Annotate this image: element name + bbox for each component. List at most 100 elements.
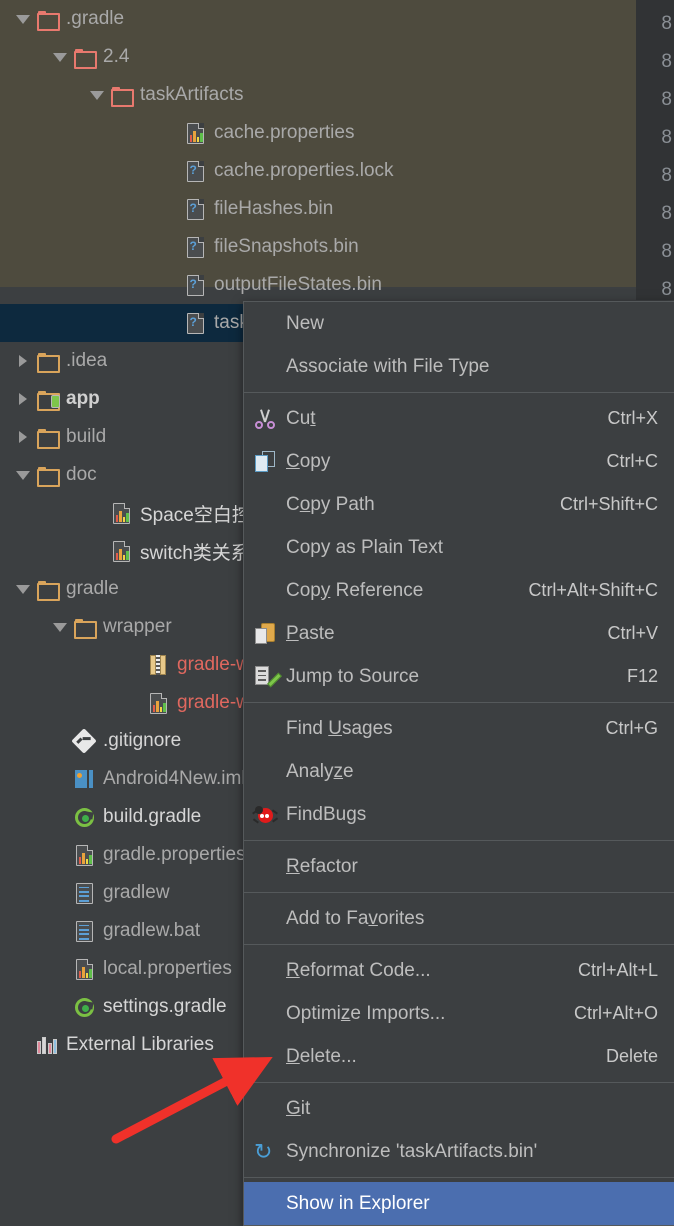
menu-item-label: Cut: [286, 407, 316, 429]
tree-row-label: fileSnapshots.bin: [214, 236, 359, 257]
menu-item[interactable]: Reformat Code... Ctrl+Alt+L: [244, 949, 674, 992]
tree-row[interactable]: ? cache.properties.lock: [0, 152, 636, 190]
gutter-ghost-glyph: 8: [661, 279, 672, 300]
tree-row-icon: ?: [182, 304, 208, 342]
tree-toggle-placeholder: [12, 1026, 34, 1064]
menu-item[interactable]: Cut Ctrl+X: [244, 397, 674, 440]
menu-item-icon-slot: [244, 345, 286, 388]
tree-toggle-placeholder: [160, 190, 182, 228]
text-file-icon: [75, 920, 93, 942]
menu-item-shortcut: Ctrl+Alt+L: [577, 960, 658, 980]
tree-row-icon: [71, 760, 97, 798]
folder-icon: [37, 581, 60, 601]
jar-archive-icon: [150, 655, 166, 675]
menu-item[interactable]: Copy Ctrl+C: [244, 440, 674, 483]
menu-item-label: Jump to Source: [286, 665, 420, 687]
tree-row[interactable]: ? fileSnapshots.bin: [0, 228, 636, 266]
tree-row[interactable]: .gradle: [0, 0, 636, 38]
tree-toggle-placeholder: [49, 836, 71, 874]
menu-item-icon-slot: [244, 750, 286, 793]
tree-row-icon: [108, 494, 134, 532]
chevron-down-icon[interactable]: [49, 608, 71, 646]
tree-row-label: local.properties: [103, 958, 232, 979]
gutter-ghost-glyph: 8: [661, 203, 672, 224]
folder-excluded-icon: [111, 87, 134, 107]
tree-row-label: fileHashes.bin: [214, 198, 334, 219]
menu-separator: [244, 944, 674, 945]
menu-item-shortcut: Ctrl+Alt+Shift+C: [528, 580, 658, 600]
menu-item[interactable]: Git: [244, 1087, 674, 1130]
menu-item[interactable]: ↻ Synchronize 'taskArtifacts.bin': [244, 1130, 674, 1173]
menu-item-shortcut: Delete: [605, 1046, 658, 1066]
menu-item[interactable]: Associate with File Type: [244, 345, 674, 388]
tree-row[interactable]: cache.properties: [0, 114, 636, 152]
ide-project-view-screen: 8 8 8 8 8 8 8 8 .gradle 2.4 taskArtifacts cache.pr…: [0, 0, 674, 1226]
menu-separator: [244, 392, 674, 393]
folder-icon: [74, 619, 97, 639]
gutter-ghost-glyph: 8: [661, 89, 672, 110]
tree-toggle-placeholder: [123, 646, 145, 684]
tree-row-label: settings.gradle: [103, 996, 227, 1017]
menu-item[interactable]: New: [244, 302, 674, 345]
menu-separator: [244, 892, 674, 893]
menu-separator: [244, 702, 674, 703]
menu-item-label: Paste: [286, 622, 335, 644]
chevron-right-icon[interactable]: [12, 342, 34, 380]
tree-row-label: External Libraries: [66, 1034, 214, 1055]
gradle-file-icon: [74, 807, 94, 827]
tree-row[interactable]: taskArtifacts: [0, 76, 636, 114]
chevron-down-icon[interactable]: [12, 456, 34, 494]
tree-toggle-placeholder: [160, 114, 182, 152]
jump-to-source-icon: [244, 655, 286, 698]
tree-row-icon: [34, 342, 60, 380]
tree-row[interactable]: ? outputFileStates.bin: [0, 266, 636, 304]
menu-item[interactable]: Refactor: [244, 845, 674, 888]
tree-row[interactable]: ? fileHashes.bin: [0, 190, 636, 228]
menu-item-icon-slot: [244, 897, 286, 940]
properties-file-icon: [112, 540, 130, 562]
menu-item-icon-slot: [244, 845, 286, 888]
chevron-down-icon[interactable]: [12, 570, 34, 608]
menu-item[interactable]: Show in Explorer: [244, 1182, 674, 1225]
properties-file-icon: [112, 502, 130, 524]
unknown-file-icon: ?: [186, 236, 204, 258]
copy-icon: [255, 451, 275, 472]
tree-row[interactable]: 2.4: [0, 38, 636, 76]
menu-item-label: Add to Favorites: [286, 907, 425, 929]
tree-toggle-placeholder: [160, 266, 182, 304]
menu-item[interactable]: Delete... Delete: [244, 1035, 674, 1078]
chevron-down-icon[interactable]: [12, 0, 34, 38]
tree-row-label: wrapper: [103, 616, 172, 637]
tree-row-icon: ?: [182, 152, 208, 190]
chevron-right-icon[interactable]: [12, 418, 34, 456]
tree-row-icon: [71, 874, 97, 912]
menu-item[interactable]: FindBugs: [244, 793, 674, 836]
menu-item[interactable]: Analyze: [244, 750, 674, 793]
menu-item-shortcut: Ctrl+X: [607, 408, 658, 428]
tree-toggle-placeholder: [49, 760, 71, 798]
tree-toggle-placeholder: [160, 304, 182, 342]
context-menu[interactable]: New Associate with File Type Cut Ctrl+X Copy…: [243, 301, 674, 1226]
tree-row-label: gradle.properties: [103, 844, 246, 865]
chevron-right-icon[interactable]: [12, 380, 34, 418]
menu-item[interactable]: Optimize Imports... Ctrl+Alt+O: [244, 992, 674, 1035]
menu-item[interactable]: Add to Favorites: [244, 897, 674, 940]
menu-item[interactable]: Find Usages Ctrl+G: [244, 707, 674, 750]
menu-item[interactable]: Jump to Source F12: [244, 655, 674, 698]
menu-item-shortcut: Ctrl+G: [605, 718, 658, 738]
menu-item-shortcut: Ctrl+C: [606, 451, 658, 471]
properties-file-icon: [149, 692, 167, 714]
chevron-down-icon[interactable]: [49, 38, 71, 76]
tree-toggle-placeholder: [160, 152, 182, 190]
menu-item[interactable]: Paste Ctrl+V: [244, 612, 674, 655]
menu-item[interactable]: Copy as Plain Text: [244, 526, 674, 569]
menu-item-icon-slot: [244, 1182, 286, 1225]
folder-icon: [37, 467, 60, 487]
tree-toggle-placeholder: [49, 798, 71, 836]
menu-item[interactable]: Copy Path Ctrl+Shift+C: [244, 483, 674, 526]
gitignore-icon: [71, 728, 97, 754]
menu-item[interactable]: Copy Reference Ctrl+Alt+Shift+C: [244, 569, 674, 612]
tree-row-icon: [71, 608, 97, 646]
chevron-down-icon[interactable]: [86, 76, 108, 114]
text-file-icon: [75, 882, 93, 904]
